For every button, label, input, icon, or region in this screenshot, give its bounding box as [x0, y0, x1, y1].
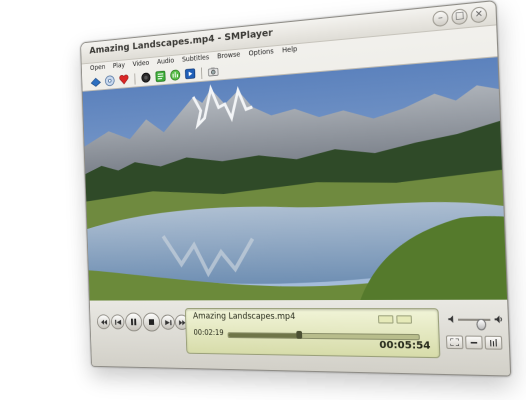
compact-mode-icon[interactable] — [465, 336, 483, 350]
seek-handle[interactable] — [297, 331, 303, 339]
window-controls: – □ × — [432, 6, 487, 27]
favorites-icon[interactable] — [118, 73, 129, 86]
stop-icon[interactable] — [143, 313, 161, 332]
playlist-icon[interactable] — [155, 70, 167, 83]
lcd-indicator — [378, 315, 394, 323]
desktop: Amazing Landscapes.mp4 - SMPlayer – □ × … — [0, 0, 526, 400]
fullscreen-icon[interactable] — [446, 335, 464, 349]
filename-label: Amazing Landscapes.mp4 — [193, 312, 296, 322]
volume-low-icon[interactable] — [447, 314, 457, 323]
volume-slider[interactable] — [458, 319, 490, 321]
control-bar: Amazing Landscapes.mp4 00:02:19 00:05:54 — [90, 300, 510, 376]
close-icon[interactable]: × — [470, 6, 487, 23]
maximize-icon[interactable]: □ — [451, 8, 468, 25]
open-file-icon[interactable] — [90, 76, 101, 89]
skip-forward-icon[interactable] — [161, 315, 175, 330]
video-preferences-icon[interactable] — [184, 67, 196, 80]
total-time: 00:05:54 — [379, 340, 431, 352]
pause-icon[interactable] — [125, 313, 143, 332]
toolbar-separator — [201, 67, 202, 79]
skip-back-icon[interactable] — [111, 314, 125, 329]
minimize-icon[interactable]: – — [432, 10, 448, 27]
toolbar-separator — [134, 73, 135, 84]
screenshot-icon[interactable] — [207, 65, 219, 78]
volume-control — [447, 314, 504, 325]
equalizer-icon[interactable] — [484, 336, 502, 350]
open-disc-icon[interactable] — [104, 74, 115, 87]
rewind-icon[interactable] — [97, 314, 111, 329]
video-frame — [83, 57, 507, 300]
volume-high-icon[interactable] — [493, 315, 503, 325]
smplayer-window: Amazing Landscapes.mp4 - SMPlayer – □ × … — [80, 0, 511, 377]
lcd-indicator — [396, 315, 412, 323]
seek-progress — [229, 333, 300, 338]
lcd-display: Amazing Landscapes.mp4 00:02:19 00:05:54 — [185, 308, 441, 358]
record-icon[interactable] — [140, 71, 152, 84]
equalizer-icon[interactable] — [169, 68, 181, 81]
elapsed-time: 00:02:19 — [193, 328, 223, 337]
volume-handle[interactable] — [476, 319, 486, 331]
video-area[interactable] — [83, 57, 507, 300]
